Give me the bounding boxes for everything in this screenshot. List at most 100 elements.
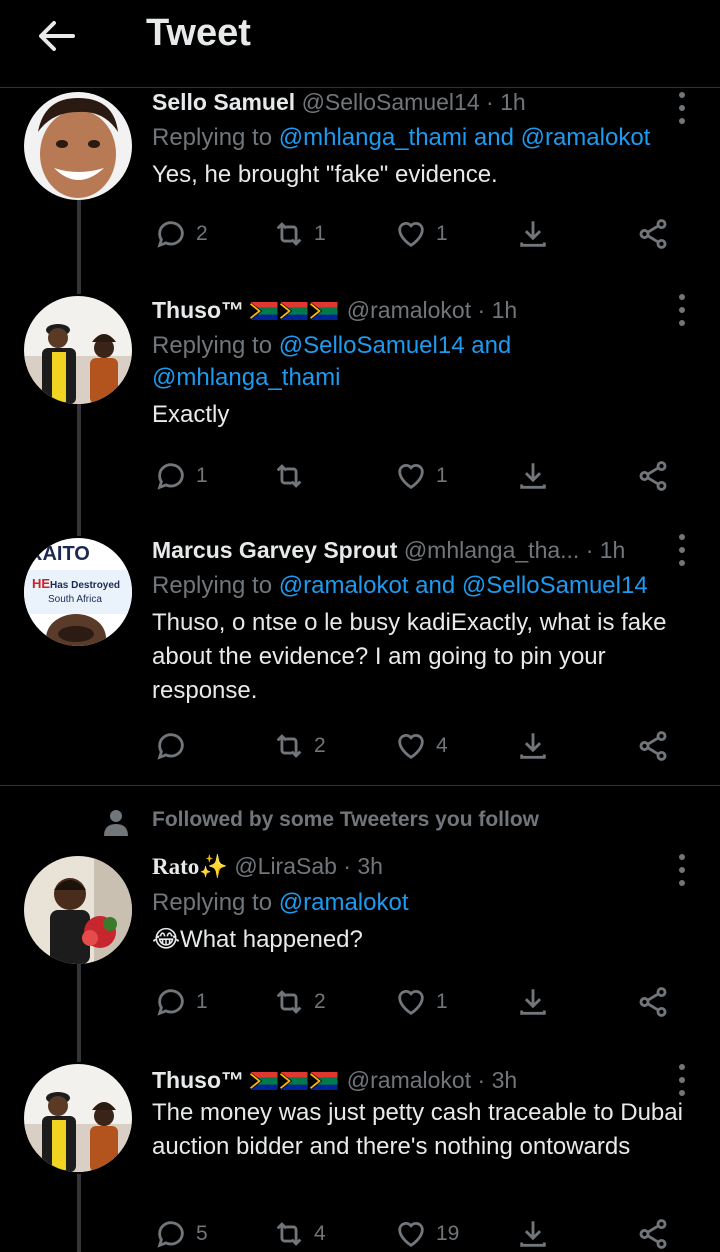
retweet-icon: [276, 734, 302, 758]
retweet-button[interactable]: 2: [272, 726, 326, 766]
person-icon: [104, 810, 128, 836]
reply-count: 2: [196, 222, 208, 245]
like-button[interactable]: 4: [394, 726, 448, 766]
retweet-button[interactable]: [272, 456, 314, 496]
reply-button[interactable]: 1: [154, 456, 208, 496]
handle[interactable]: @ramalokot: [347, 297, 471, 323]
reply-icon: [157, 221, 184, 248]
share-button[interactable]: [636, 214, 670, 254]
page-title: Tweet: [146, 12, 251, 54]
tweet[interactable]: Sello Samuel @SelloSamuel14 · 1h Replyin…: [0, 88, 720, 272]
thread-line: [77, 272, 81, 294]
display-name[interactable]: Thuso™: [152, 1067, 244, 1093]
share-button[interactable]: [636, 456, 670, 496]
display-name[interactable]: Sello Samuel: [152, 89, 295, 115]
back-arrow-icon: [39, 21, 75, 51]
avatar[interactable]: RAITO HE Has Destroyed South Africa: [24, 538, 132, 646]
like-button[interactable]: 19: [394, 1214, 459, 1252]
replying-to: Replying to @SelloSamuel14 and @mhlanga_…: [152, 330, 696, 394]
replying-to: Replying to @mhlanga_thami and @ramaloko…: [152, 122, 696, 154]
avatar[interactable]: [24, 1064, 132, 1172]
like-count: 4: [436, 734, 448, 757]
action-bar: 2 1 1: [152, 214, 682, 254]
replying-to: Replying to @ramalokot: [152, 887, 696, 919]
more-button[interactable]: [678, 92, 686, 124]
reply-button[interactable]: [154, 726, 196, 766]
more-icon: [679, 534, 685, 540]
like-button[interactable]: 1: [394, 456, 448, 496]
avatar[interactable]: [24, 92, 132, 200]
display-name[interactable]: Thuso™: [152, 297, 244, 323]
tweet[interactable]: Rato✨ @LiraSab · 3h Replying to @ramalok…: [0, 852, 720, 1062]
retweet-button[interactable]: 4: [272, 1214, 326, 1252]
retweet-icon: [276, 464, 302, 488]
retweet-icon: [276, 990, 302, 1014]
handle[interactable]: @SelloSamuel14: [302, 89, 480, 115]
like-button[interactable]: 1: [394, 214, 448, 254]
reply-icon: [157, 733, 184, 760]
share-button[interactable]: [636, 982, 670, 1022]
like-icon: [398, 222, 424, 248]
timestamp[interactable]: · 1h: [478, 297, 518, 323]
sparkles-emoji-icon: ✨: [199, 853, 228, 879]
more-icon: [679, 294, 685, 300]
divider: [0, 785, 720, 786]
handle[interactable]: @ramalokot: [347, 1067, 471, 1093]
tweet-meta: Thuso™ @ramalokot · 3h: [152, 1066, 696, 1094]
share-button[interactable]: [636, 726, 670, 766]
replying-to-link[interactable]: @ramalokot and @SelloSamuel14: [279, 572, 648, 599]
action-bar: 2 4: [152, 726, 682, 766]
tweet[interactable]: RAITO HE Has Destroyed South Africa Marc…: [0, 512, 720, 784]
bookmark-button[interactable]: [516, 456, 550, 496]
replying-prefix: Replying to: [152, 572, 273, 599]
bookmark-button[interactable]: [516, 214, 550, 254]
share-button[interactable]: [636, 1214, 670, 1252]
more-button[interactable]: [678, 534, 686, 566]
retweet-button[interactable]: 2: [272, 982, 326, 1022]
tweet[interactable]: Thuso™ @ramalokot · 1h Replying to @Sell…: [0, 272, 720, 512]
handle[interactable]: @LiraSab: [234, 853, 337, 879]
share-icon: [639, 219, 667, 249]
tweet-text: Yes, he brought "fake" evidence.: [152, 161, 498, 188]
reply-count: 1: [196, 990, 208, 1013]
display-name[interactable]: Rato: [152, 854, 199, 879]
more-button[interactable]: [678, 1064, 686, 1096]
like-icon: [398, 990, 424, 1016]
timestamp[interactable]: · 1h: [586, 537, 626, 563]
sa-flag-icon: [250, 1067, 340, 1093]
more-button[interactable]: [678, 854, 686, 886]
replying-to-link[interactable]: @ramalokot: [279, 889, 409, 916]
reply-button[interactable]: 2: [154, 214, 208, 254]
replying-to-link[interactable]: @mhlanga_thami and @ramalokot: [279, 124, 651, 151]
timestamp[interactable]: · 3h: [478, 1067, 518, 1093]
avatar-text: RAITO: [28, 543, 90, 565]
bookmark-button[interactable]: [516, 726, 550, 766]
reply-count: 5: [196, 1222, 208, 1245]
like-button[interactable]: 1: [394, 982, 448, 1022]
bookmark-button[interactable]: [516, 982, 550, 1022]
thread-line: [77, 200, 81, 272]
tweet-text: 😂What happened?: [152, 926, 363, 953]
like-count: 1: [436, 222, 448, 245]
thread-line: [77, 1174, 81, 1252]
handle[interactable]: @mhlanga_tha...: [404, 537, 580, 563]
reply-button[interactable]: 5: [154, 1214, 208, 1252]
back-button[interactable]: [34, 14, 78, 58]
timestamp[interactable]: · 3h: [343, 853, 383, 879]
thread-line: [77, 964, 81, 1062]
more-button[interactable]: [678, 294, 686, 326]
bookmark-icon: [520, 733, 546, 759]
like-icon: [398, 734, 424, 760]
more-icon: [679, 854, 685, 860]
action-bar: 5 4 19: [152, 1214, 682, 1252]
tweet[interactable]: Thuso™ @ramalokot · 3h The money was jus…: [0, 1062, 720, 1252]
top-bar: Tweet: [0, 0, 720, 88]
avatar[interactable]: [24, 856, 132, 964]
retweet-button[interactable]: 1: [272, 214, 326, 254]
timestamp[interactable]: · 1h: [486, 89, 526, 115]
bookmark-button[interactable]: [516, 1214, 550, 1252]
display-name[interactable]: Marcus Garvey Sprout: [152, 537, 397, 563]
reply-button[interactable]: 1: [154, 982, 208, 1022]
sa-flag-icon: [250, 297, 340, 323]
avatar[interactable]: [24, 296, 132, 404]
